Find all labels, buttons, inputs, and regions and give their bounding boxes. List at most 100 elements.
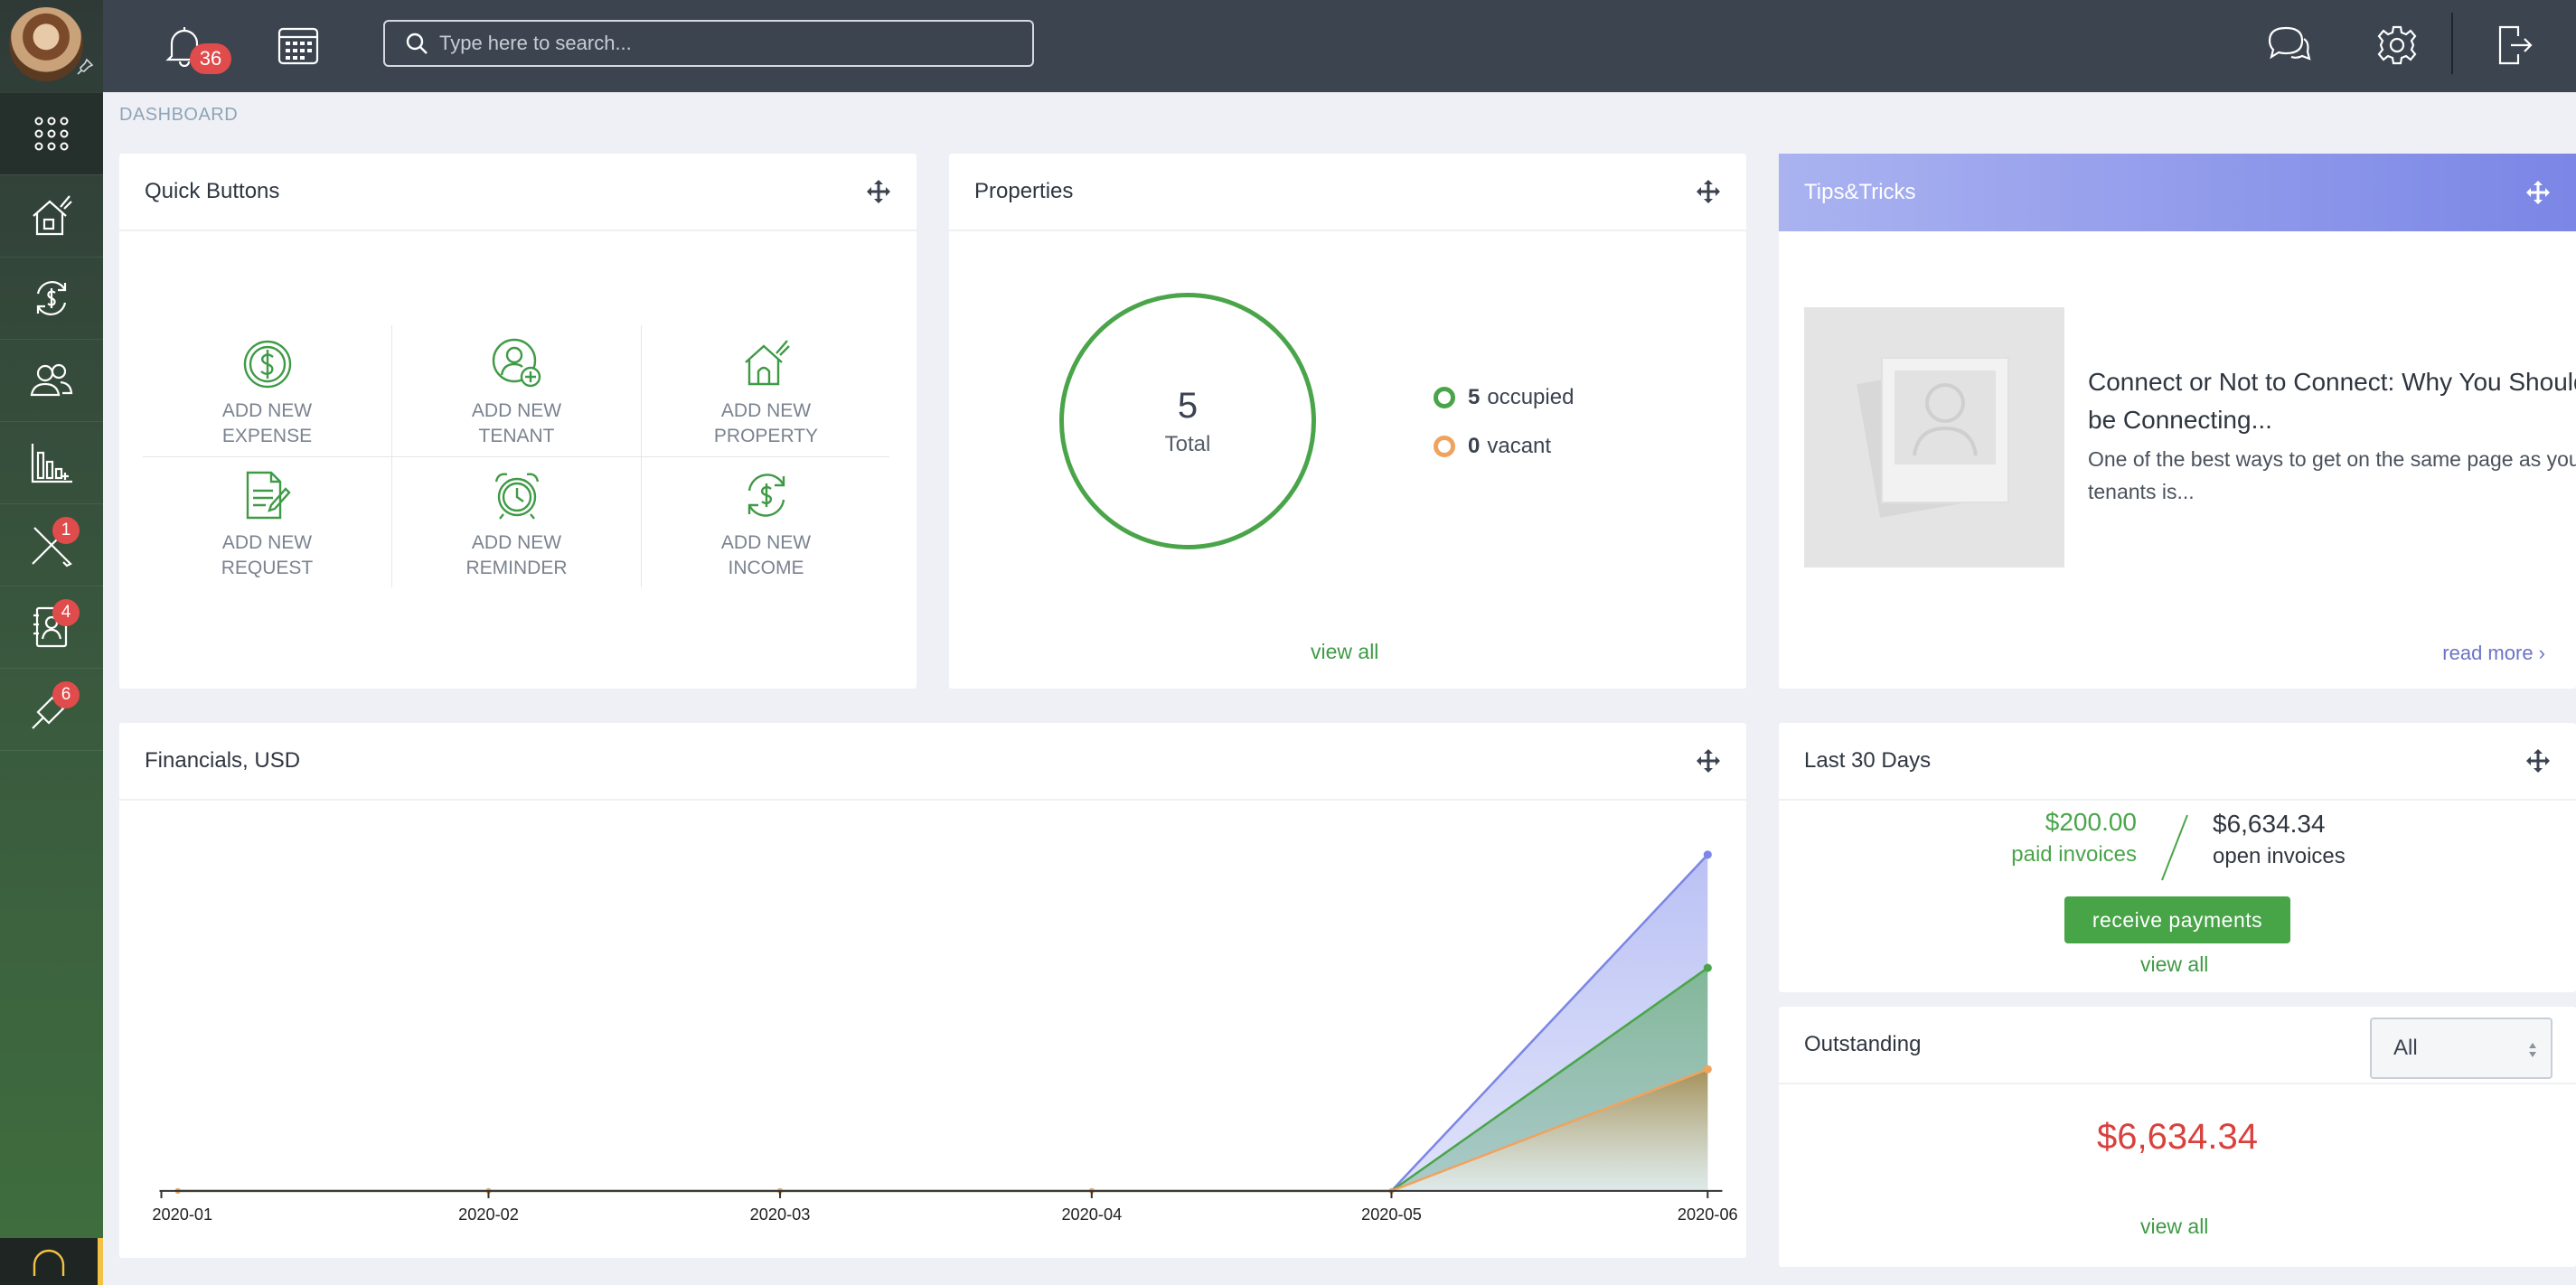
grid-icon	[34, 117, 69, 151]
sidebar-divider	[0, 750, 103, 751]
sidebar-item-apps[interactable]	[0, 92, 103, 174]
logout-button[interactable]	[2489, 20, 2540, 70]
properties-card: Properties 5 Total 5 occupied 0 vacant v…	[949, 154, 1746, 689]
quick-button-label: ADD NEW	[221, 532, 313, 553]
add-property-button[interactable]: ADD NEW PROPERTY	[642, 325, 890, 456]
leases-badge: 4	[52, 599, 80, 626]
sidebar-item-tenants[interactable]	[0, 339, 103, 421]
card-header: Last 30 Days	[1779, 723, 2576, 801]
occupied-count: 5	[1468, 385, 1481, 409]
people-icon	[30, 363, 73, 397]
data-point[interactable]	[1703, 1065, 1712, 1074]
user-avatar[interactable]	[9, 7, 83, 81]
open-label: open invoices	[2213, 844, 2346, 868]
move-icon[interactable]	[2525, 748, 2551, 774]
x-tick-label: 2020-01	[152, 1205, 212, 1224]
select-arrows-icon	[2529, 1043, 2536, 1057]
card-header: Properties	[949, 154, 1746, 231]
card-title: Last 30 Days	[1804, 748, 1932, 773]
integrations-badge: 6	[52, 681, 80, 708]
card-title: Outstanding	[1804, 1032, 1922, 1056]
card-title: Tips&Tricks	[1804, 180, 1916, 204]
open-invoices[interactable]: $6,634.34 open invoices	[2213, 810, 2346, 869]
receive-payments-button[interactable]: receive payments	[2064, 896, 2290, 943]
move-icon[interactable]	[1696, 748, 1721, 774]
add-tenant-button[interactable]: ADD NEW TENANT	[392, 325, 641, 456]
add-expense-button[interactable]: ADD NEW EXPENSE	[143, 325, 391, 456]
quick-button-label: ADD NEW	[471, 532, 562, 553]
maintenance-badge: 1	[52, 517, 80, 544]
photo-placeholder-icon	[1857, 357, 2009, 519]
last30-view-all-link[interactable]: view all	[2140, 952, 2208, 977]
properties-total-ring: 5 Total	[1059, 293, 1316, 549]
paid-amount: $200.00	[2045, 808, 2137, 836]
settings-button[interactable]	[2372, 20, 2422, 70]
sidebar-item-integrations[interactable]: 6	[0, 668, 103, 750]
outstanding-filter-select[interactable]: All	[2370, 1018, 2552, 1079]
top-bar: 36	[103, 0, 2576, 92]
chat-button[interactable]	[2263, 20, 2314, 70]
filter-value: All	[2393, 1036, 2418, 1060]
house-icon	[33, 195, 72, 236]
vacant-count: 0	[1468, 434, 1481, 458]
move-icon[interactable]	[2525, 180, 2551, 205]
article-title[interactable]: Connect or Not to Connect: Why You Shoul…	[2088, 363, 2576, 439]
sidebar-item-leases[interactable]: 4	[0, 586, 103, 668]
slash-divider	[2161, 814, 2188, 881]
properties-view-all-link[interactable]: view all	[1311, 640, 1378, 664]
card-title: Properties	[974, 179, 1074, 203]
breadcrumb[interactable]: DASHBOARD	[119, 105, 238, 126]
search-input[interactable]	[439, 32, 982, 55]
pin-icon[interactable]	[76, 58, 94, 76]
financials-card: Financials, USD 2020-01 2020-02 2020-03 202…	[119, 723, 1746, 1258]
sidebar-item-properties[interactable]	[0, 174, 103, 257]
article-thumbnail[interactable]	[1804, 307, 2064, 567]
read-more-link[interactable]: read more ›	[2442, 642, 2545, 665]
open-amount: $6,634.34	[2213, 810, 2326, 838]
vacant-dot	[1434, 436, 1455, 457]
card-header: Financials, USD	[119, 723, 1746, 801]
chat-icon	[2268, 26, 2311, 61]
calendar-button[interactable]	[273, 20, 324, 70]
quick-buttons-card: Quick Buttons ADD NEW EXPENSE ADD NEW TE…	[119, 154, 917, 689]
alarm-clock-icon	[494, 473, 539, 520]
document-edit-icon	[246, 471, 291, 520]
quick-button-label: REQUEST	[221, 558, 314, 578]
outstanding-amount: $6,634.34	[2097, 1117, 2258, 1157]
outstanding-view-all-link[interactable]: view all	[2140, 1215, 2208, 1239]
sidebar: 1 4 6	[0, 0, 103, 1285]
dollar-circle-icon	[243, 340, 291, 389]
quick-button-label: PROPERTY	[713, 426, 819, 446]
quick-button-label: INCOME	[728, 558, 804, 578]
quick-button-label: ADD NEW	[471, 400, 562, 421]
quick-button-label: TENANT	[478, 426, 555, 446]
tips-card: Tips&Tricks Connect or Not to Connect: W…	[1779, 154, 2576, 689]
topbar-divider	[2451, 13, 2453, 74]
move-icon[interactable]	[1696, 179, 1721, 204]
card-title: Financials, USD	[145, 748, 301, 773]
properties-total-value: 5	[1177, 385, 1199, 426]
data-point[interactable]	[1703, 850, 1712, 859]
paid-label: paid invoices	[2011, 842, 2137, 867]
add-income-button[interactable]: ADD NEW INCOME	[642, 457, 890, 588]
data-point[interactable]	[1703, 963, 1712, 972]
sidebar-item-maintenance[interactable]: 1	[0, 503, 103, 586]
support-button[interactable]	[0, 1238, 103, 1285]
sidebar-item-financials[interactable]	[0, 257, 103, 339]
add-reminder-button[interactable]: ADD NEW REMINDER	[392, 457, 641, 588]
occupied-dot	[1434, 387, 1455, 408]
house-icon	[744, 340, 790, 386]
quick-buttons-grid: ADD NEW EXPENSE ADD NEW TENANT ADD NEW P…	[143, 325, 889, 587]
quick-button-label: ADD NEW	[221, 400, 313, 421]
sidebar-item-reports[interactable]	[0, 421, 103, 503]
add-request-button[interactable]: ADD NEW REQUEST	[143, 457, 391, 588]
move-icon[interactable]	[866, 179, 891, 204]
money-cycle-icon	[747, 474, 785, 517]
quick-button-label: REMINDER	[465, 558, 568, 578]
paid-invoices[interactable]: $200.00 paid invoices	[1978, 808, 2137, 868]
x-tick-label: 2020-03	[750, 1205, 811, 1224]
properties-total-label: Total	[1164, 431, 1211, 456]
search-box[interactable]	[383, 20, 1034, 67]
legend-vacant: 0 vacant	[1434, 434, 1551, 459]
x-tick-label: 2020-02	[458, 1205, 519, 1224]
